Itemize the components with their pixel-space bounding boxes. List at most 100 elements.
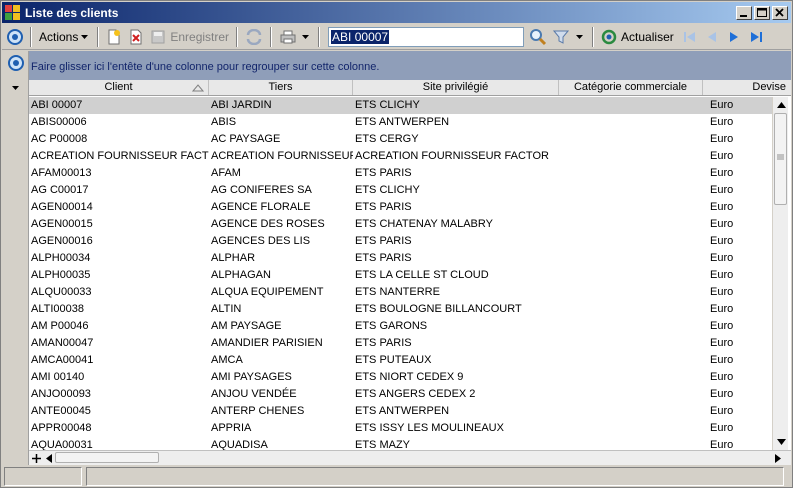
sidebar-expand-button[interactable] bbox=[11, 83, 21, 95]
table-row[interactable]: AMAN00047 AMANDIER PARISIEN ETS PARIS Euro bbox=[29, 335, 772, 352]
table-row[interactable]: ACREATION FOURNISSEUR FACTOR ACREATION FO… bbox=[29, 148, 772, 165]
status-pane bbox=[86, 467, 784, 486]
table-row[interactable]: APPR00048 APPRIA ETS ISSY LES MOULINEAUX Eu… bbox=[29, 420, 772, 437]
vertical-scrollbar[interactable] bbox=[772, 97, 788, 450]
scroll-right-button[interactable] bbox=[775, 454, 781, 466]
sync-button[interactable] bbox=[242, 26, 266, 48]
save-button[interactable]: Enregistrer bbox=[147, 26, 232, 48]
toolbar-menu-button[interactable] bbox=[2, 26, 26, 48]
scroll-down-button[interactable] bbox=[773, 434, 789, 450]
table-row[interactable]: AFAM00013 AFAM ETS PARIS Euro bbox=[29, 165, 772, 182]
table-row[interactable]: AM P00046 AM PAYSAGE ETS GARONS Euro bbox=[29, 318, 772, 335]
toolbar-separator bbox=[592, 26, 595, 47]
column-header-client[interactable]: Client bbox=[29, 80, 209, 95]
table-row[interactable]: AC P00008 AC PAYSAGE ETS CERGY Euro bbox=[29, 131, 772, 148]
status-pane bbox=[4, 467, 82, 486]
cell-site: ETS MAZY bbox=[355, 439, 411, 450]
cell-category bbox=[559, 199, 703, 216]
search-input[interactable]: ABI 00007 bbox=[328, 26, 525, 47]
previous-record-button[interactable] bbox=[701, 26, 723, 48]
cell-category bbox=[559, 97, 703, 114]
table-row[interactable]: ABI 00007 ABI JARDIN ETS CLICHY Euro bbox=[29, 97, 772, 114]
cell-site: ETS NIORT CEDEX 9 bbox=[355, 371, 464, 383]
column-header-site[interactable]: Site privilégié bbox=[353, 80, 559, 95]
cell-client: AMAN00047 bbox=[31, 337, 94, 349]
cell-tiers: AQUADISA bbox=[211, 439, 268, 450]
table-row[interactable]: AGEN00015 AGENCE DES ROSES ETS CHATENAY MA… bbox=[29, 216, 772, 233]
table-row[interactable]: ABIS00006 ABIS ETS ANTWERPEN Euro bbox=[29, 114, 772, 131]
search-button[interactable] bbox=[526, 26, 550, 48]
next-record-button[interactable] bbox=[723, 26, 745, 48]
table-row[interactable]: ALPH00035 ALPHAGAN ETS LA CELLE ST CLOUD Eu… bbox=[29, 267, 772, 284]
group-by-panel[interactable]: Faire glisser ici l'entête d'une colonne… bbox=[29, 51, 791, 80]
cell-client: AMCA00041 bbox=[31, 354, 94, 366]
cell-tiers: AC PAYSAGE bbox=[211, 133, 281, 145]
cell-currency: Euro bbox=[710, 167, 734, 179]
new-button[interactable] bbox=[103, 26, 125, 48]
cell-currency: Euro bbox=[710, 405, 734, 417]
title-bar: Liste des clients bbox=[2, 2, 791, 23]
table-row[interactable]: AGEN00016 AGENCES DES LIS ETS PARIS Euro bbox=[29, 233, 772, 250]
first-record-button[interactable] bbox=[679, 26, 701, 48]
cell-site: ETS PUTEAUX bbox=[355, 354, 432, 366]
cell-site: ETS ANGERS CEDEX 2 bbox=[355, 388, 476, 400]
cell-client: ALPH00035 bbox=[31, 269, 91, 281]
column-header-category[interactable]: Catégorie commerciale bbox=[559, 80, 703, 95]
cell-tiers: APPRIA bbox=[211, 422, 252, 434]
horizontal-scrollbar[interactable] bbox=[29, 450, 791, 465]
maximize-button[interactable] bbox=[754, 5, 770, 20]
refresh-button[interactable]: Actualiser bbox=[598, 26, 677, 48]
grid-rows: ABI 00007 ABI JARDIN ETS CLICHY Euro ABIS000… bbox=[29, 97, 772, 450]
previous-icon bbox=[707, 31, 716, 42]
horizontal-scroll-thumb[interactable] bbox=[55, 452, 159, 463]
close-window-button[interactable] bbox=[772, 5, 788, 20]
scroll-left-button[interactable] bbox=[46, 454, 52, 466]
actions-menu-button[interactable]: Actions bbox=[36, 26, 93, 48]
menu-circle-icon bbox=[7, 28, 23, 45]
cell-category bbox=[559, 301, 703, 318]
cell-tiers: AMI PAYSAGES bbox=[211, 371, 292, 383]
table-row[interactable]: AMCA00041 AMCA ETS PUTEAUX Euro bbox=[29, 352, 772, 369]
table-row[interactable]: ALPH00034 ALPHAR ETS PARIS Euro bbox=[29, 250, 772, 267]
cell-category bbox=[559, 114, 703, 131]
last-record-button[interactable] bbox=[745, 26, 767, 48]
arrow-up-icon bbox=[776, 102, 786, 108]
delete-button[interactable] bbox=[125, 26, 147, 48]
cell-tiers: ALTIN bbox=[211, 303, 242, 315]
scroll-up-button[interactable] bbox=[773, 97, 789, 113]
print-button[interactable] bbox=[276, 26, 314, 48]
close-icon bbox=[775, 7, 784, 17]
plus-icon bbox=[32, 454, 41, 463]
grip-icon bbox=[777, 154, 784, 160]
vertical-scroll-thumb[interactable] bbox=[774, 113, 787, 205]
table-row[interactable]: ANTE00045 ANTERP CHENES ETS ANTWERPEN Euro bbox=[29, 403, 772, 420]
table-row[interactable]: ALTI00038 ALTIN ETS BOULOGNE BILLANCOURT Eu… bbox=[29, 301, 772, 318]
next-icon bbox=[729, 31, 738, 42]
sidebar-options-button[interactable] bbox=[8, 55, 24, 71]
filter-button[interactable] bbox=[550, 26, 588, 48]
expand-all-button[interactable] bbox=[32, 451, 41, 466]
cell-category bbox=[559, 386, 703, 403]
cell-tiers: AFAM bbox=[211, 167, 241, 179]
cell-site: ETS ISSY LES MOULINEAUX bbox=[355, 422, 504, 434]
cell-category bbox=[559, 267, 703, 284]
column-header-currency[interactable]: Devise bbox=[703, 80, 791, 95]
minimize-button[interactable] bbox=[736, 5, 752, 20]
cell-currency: Euro bbox=[710, 422, 734, 434]
table-row[interactable]: ANJO00093 ANJOU VENDÉE ETS ANGERS CEDEX 2 E… bbox=[29, 386, 772, 403]
column-header-label: Devise bbox=[752, 81, 786, 93]
cell-currency: Euro bbox=[710, 371, 734, 383]
table-row[interactable]: AGEN00014 AGENCE FLORALE ETS PARIS Euro bbox=[29, 199, 772, 216]
cell-client: ANTE00045 bbox=[31, 405, 91, 417]
group-by-hint: Faire glisser ici l'entête d'une colonne… bbox=[31, 61, 380, 73]
column-header-tiers[interactable]: Tiers bbox=[209, 80, 353, 95]
grid-sidebar bbox=[2, 51, 29, 465]
cell-site: ETS PARIS bbox=[355, 235, 412, 247]
table-row[interactable]: AG C00017 AG CONIFERES SA ETS CLICHY Euro bbox=[29, 182, 772, 199]
cell-site: ETS BOULOGNE BILLANCOURT bbox=[355, 303, 522, 315]
cell-currency: Euro bbox=[710, 388, 734, 400]
table-row[interactable]: ALQU00033 ALQUA EQUIPEMENT ETS NANTERRE Eur… bbox=[29, 284, 772, 301]
table-row[interactable]: AMI 00140 AMI PAYSAGES ETS NIORT CEDEX 9 Eu… bbox=[29, 369, 772, 386]
table-row[interactable]: AQUA00031 AQUADISA ETS MAZY Euro bbox=[29, 437, 772, 450]
cell-category bbox=[559, 233, 703, 250]
